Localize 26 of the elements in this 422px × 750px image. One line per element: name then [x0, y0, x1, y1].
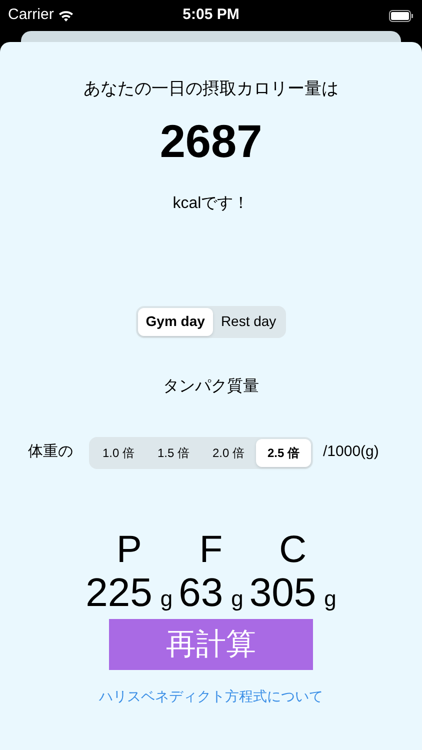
multiplier-tab[interactable]: 1.0 倍	[91, 438, 146, 466]
macro-letter: C	[279, 530, 307, 568]
intro-text: あなたの一日の摂取カロリー量は	[84, 78, 338, 100]
day-tab[interactable]: Gym day	[138, 308, 213, 336]
macro-amount: 63	[178, 572, 224, 612]
macro-amount: 305	[249, 572, 316, 612]
macro-letter: F	[199, 530, 223, 568]
battery-icon	[389, 10, 414, 22]
macro-unit: g	[231, 588, 244, 610]
clock-time: 5:05 PM	[182, 5, 240, 26]
multiplier-tab[interactable]: 2.0 倍	[201, 438, 256, 466]
unit-text: kcalです！	[172, 194, 250, 214]
macro-unit: g	[160, 588, 173, 610]
carrier-label: Carrier	[8, 5, 54, 26]
weight-prefix: 体重の	[28, 442, 73, 462]
macro-amount: 225	[86, 572, 152, 612]
wifi-icon	[58, 10, 74, 22]
weight-suffix: /1000(g)	[323, 442, 379, 462]
multiplier-tab[interactable]: 1.5 倍	[146, 438, 201, 466]
day-tab[interactable]: Rest day	[212, 308, 284, 336]
macro-unit: g	[324, 588, 336, 610]
calorie-value: 2687	[160, 118, 262, 164]
multiplier-tab[interactable]: 2.5 倍	[256, 438, 311, 466]
macro-letter: P	[116, 530, 142, 568]
recalculate-button[interactable]: 再計算	[109, 618, 313, 670]
protein-label: タンパク質量	[163, 376, 259, 396]
